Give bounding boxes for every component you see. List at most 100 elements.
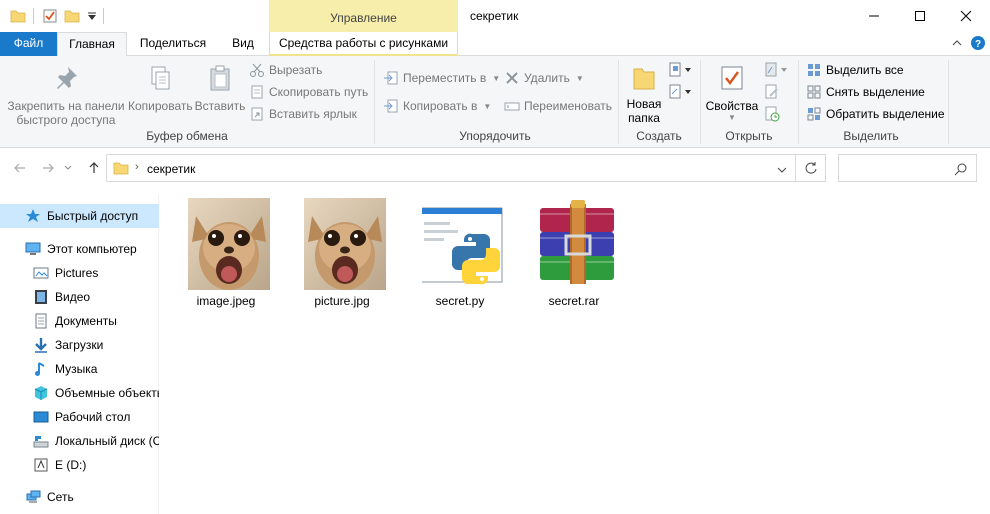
breadcrumb-current[interactable]: секретик (147, 162, 195, 176)
manage-context-header: Управление (269, 0, 458, 32)
paste-button[interactable]: Вставить (194, 64, 246, 113)
paste-label: Вставить (194, 99, 246, 113)
star-icon (25, 208, 41, 224)
group-separator (618, 60, 619, 144)
minimize-button[interactable] (851, 0, 897, 32)
sidebar-item-desktop[interactable]: Рабочий стол (0, 405, 159, 429)
title-bar: Управление секретик (0, 0, 990, 32)
file-name: image.jpeg (196, 294, 256, 308)
qa-divider (33, 8, 34, 24)
properties-dropdown-icon: ▼ (728, 113, 736, 122)
up-button[interactable] (84, 158, 104, 178)
tab-home[interactable]: Главная (57, 32, 127, 57)
file-item-secret-py[interactable]: secret.py (410, 196, 510, 310)
file-item-picture-jpg[interactable]: picture.jpg (292, 196, 392, 310)
computer-icon (25, 241, 41, 257)
scissors-icon (250, 63, 264, 77)
history-icon[interactable] (764, 106, 780, 125)
help-icon[interactable]: ? (970, 35, 986, 54)
cut-label: Вырезать (269, 63, 323, 77)
new-folder-button[interactable]: Новая папка (622, 64, 666, 125)
address-dropdown-icon[interactable] (777, 164, 787, 178)
up-arrow-icon (89, 162, 99, 173)
cut-button[interactable]: Вырезать (249, 60, 322, 80)
easy-access-icon[interactable] (668, 84, 694, 103)
sidebar-item-drive-e[interactable]: E (D:) (0, 453, 159, 477)
sidebar-item-quick-access[interactable]: Быстрый доступ (0, 204, 159, 228)
clipboard-group-label: Буфер обмена (146, 129, 228, 143)
properties-button[interactable]: Свойства ▼ (704, 64, 760, 122)
select-none-button[interactable]: Снять выделение (806, 82, 925, 102)
navigation-pane: Быстрый доступ Этот компьютер Pictures В… (0, 194, 159, 514)
sidebar-item-label: Pictures (55, 266, 99, 280)
new-folder-label-line1: Новая (626, 97, 662, 111)
copy-path-button[interactable]: Скопировать путь (249, 82, 368, 102)
open-icon[interactable] (764, 62, 790, 81)
sidebar-item-documents[interactable]: Документы (0, 309, 159, 333)
sidebar-item-label: Рабочий стол (55, 410, 131, 424)
paste-shortcut-button[interactable]: Вставить ярлык (249, 104, 357, 124)
customize-toolbar-dropdown-icon[interactable] (84, 8, 100, 24)
file-name: secret.py (435, 294, 485, 308)
sidebar-item-this-pc[interactable]: Этот компьютер (0, 237, 159, 261)
tab-view[interactable]: Вид (220, 32, 266, 56)
navigation-bar: › секретик (0, 149, 990, 187)
pin-quick-access-button[interactable]: Закрепить на панели быстрого доступа (6, 64, 126, 127)
ribbon-collapse-icon[interactable] (951, 37, 963, 52)
winrar-archive-icon (540, 200, 614, 284)
close-icon (960, 10, 972, 22)
sidebar-item-label: Объемные объекты (55, 386, 159, 400)
python-file-icon (422, 207, 503, 285)
window-title: секретик (470, 9, 519, 23)
delete-button[interactable]: Удалить ▼ (504, 68, 584, 88)
address-bar[interactable]: › секретик (106, 154, 796, 182)
sidebar-item-video[interactable]: Видео (0, 285, 159, 309)
select-group-label: Выделить (843, 129, 899, 143)
sidebar-item-network[interactable]: Сеть (0, 485, 159, 509)
svg-text:?: ? (975, 39, 981, 50)
pin-label-line2: быстрого доступа (16, 113, 116, 127)
back-button[interactable] (10, 158, 30, 178)
invert-selection-button[interactable]: Обратить выделение (806, 104, 945, 124)
tab-share[interactable]: Поделиться (130, 32, 216, 56)
invert-selection-label: Обратить выделение (826, 107, 945, 121)
folder-icon[interactable] (10, 8, 26, 24)
tab-file[interactable]: Файл (0, 32, 57, 56)
sidebar-item-downloads[interactable]: Загрузки (0, 333, 159, 357)
new-item-icon[interactable] (668, 62, 694, 81)
recent-locations-button[interactable] (62, 158, 74, 178)
sidebar-item-music[interactable]: Музыка (0, 357, 159, 381)
back-arrow-icon (14, 163, 25, 173)
move-to-button[interactable]: Переместить в ▼ (383, 68, 500, 88)
sidebar-item-label: Документы (55, 314, 117, 328)
search-input[interactable] (838, 154, 977, 182)
new-folder-icon[interactable] (64, 8, 80, 24)
properties-icon (721, 66, 743, 90)
forward-button[interactable] (38, 158, 58, 178)
select-all-label: Выделить все (826, 63, 904, 77)
file-item-image-jpeg[interactable]: image.jpeg (176, 196, 276, 310)
copy-to-button[interactable]: Копировать в ▼ (383, 96, 491, 116)
copy-to-label: Копировать в (403, 99, 478, 113)
sidebar-item-local-disk[interactable]: Локальный диск (C:) (0, 429, 159, 453)
file-item-secret-rar[interactable]: secret.rar (524, 196, 624, 310)
copy-button[interactable]: Копировать (128, 64, 193, 113)
breadcrumb-chevron-icon[interactable]: › (135, 161, 139, 173)
folder-icon (113, 160, 129, 179)
rename-button[interactable]: Переименовать (504, 96, 612, 116)
refresh-button[interactable] (796, 154, 826, 182)
ribbon: Закрепить на панели быстрого доступа Коп… (0, 56, 990, 148)
desktop-icon (33, 409, 49, 425)
tab-picture-tools[interactable]: Средства работы с рисунками (269, 32, 458, 56)
new-group-label: Создать (636, 129, 682, 143)
sidebar-item-3d-objects[interactable]: Объемные объекты (0, 381, 159, 405)
close-button[interactable] (943, 0, 989, 32)
copy-label: Копировать (128, 99, 193, 113)
move-to-icon (384, 71, 398, 85)
maximize-button[interactable] (897, 0, 943, 32)
sidebar-item-pictures[interactable]: Pictures (0, 261, 159, 285)
edit-icon[interactable] (764, 84, 780, 103)
properties-check-icon[interactable] (42, 8, 58, 24)
select-all-button[interactable]: Выделить все (806, 60, 904, 80)
copy-path-label: Скопировать путь (269, 85, 369, 99)
